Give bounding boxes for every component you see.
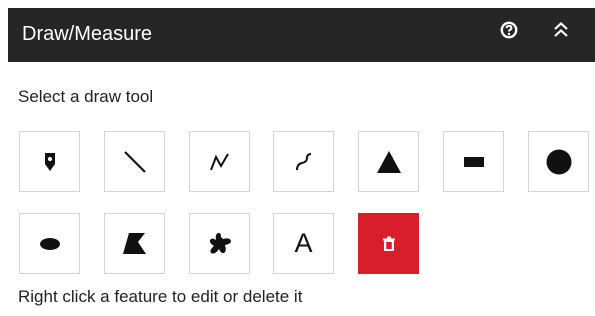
draw-ellipse-button[interactable] [19,213,80,274]
double-chevron-up-icon[interactable] [549,18,573,42]
ellipse-icon [39,237,60,250]
triangle-icon [376,150,401,173]
draw-polygon-button[interactable] [104,213,165,274]
polyline-icon [209,152,229,170]
point-marker-icon [44,152,55,171]
freehand-polygon-icon [209,232,231,253]
draw-freehand-polygon-button[interactable] [189,213,250,274]
trash-icon [382,236,395,251]
draw-triangle-button[interactable] [358,131,419,192]
rectangle-icon [463,156,484,167]
draw-polyline-button[interactable] [189,131,250,192]
clear-drawings-button[interactable] [358,213,419,274]
text-icon: A [294,228,313,258]
draw-rectangle-button[interactable] [443,131,504,192]
line-icon [123,150,146,173]
circle-icon [546,149,571,174]
panel-header: Draw/Measure [8,8,595,62]
draw-text-button[interactable]: A [273,213,334,274]
instruction-text: Select a draw tool [18,87,154,106]
polygon-icon [122,232,146,254]
freehand-polyline-icon [295,152,311,170]
help-icon[interactable] [497,18,521,42]
draw-line-button[interactable] [104,131,165,192]
draw-point-button[interactable] [19,131,80,192]
edit-hint-text: Right click a feature to edit or delete … [18,287,303,306]
panel-title: Draw/Measure [22,23,153,45]
draw-freehand-polyline-button[interactable] [273,131,334,192]
draw-circle-button[interactable] [528,131,589,192]
